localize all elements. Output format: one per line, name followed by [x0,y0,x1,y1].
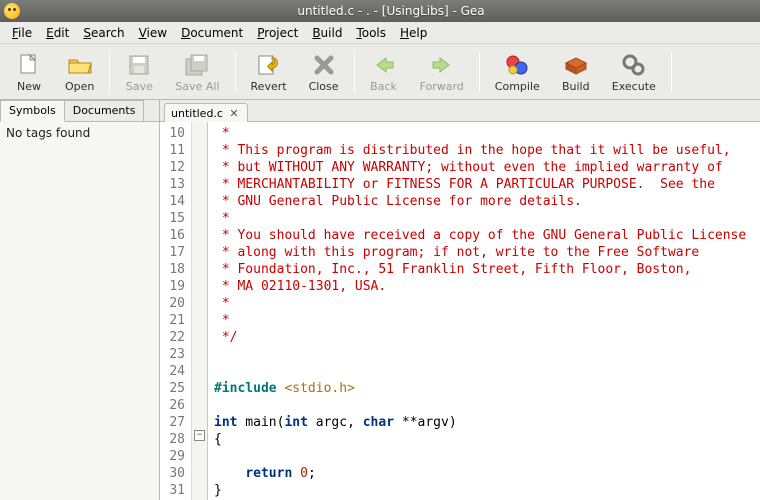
editor-tab-untitled[interactable]: untitled.c ✕ [164,103,248,122]
menubar: File Edit Search View Document Project B… [0,22,760,44]
save-icon [125,52,153,78]
compile-button[interactable]: Compile [484,46,551,99]
editor: untitled.c ✕ 10 11 12 13 14 15 16 17 18 … [160,100,760,500]
code-content[interactable]: * * This program is distributed in the h… [208,122,760,500]
compile-label: Compile [495,80,540,93]
back-button[interactable]: Back [359,46,409,99]
sidebar-tabs: Symbols Documents [0,100,159,122]
build-brick-icon [562,52,590,78]
revert-icon [255,52,283,78]
menu-document[interactable]: Document [175,24,249,42]
revert-button[interactable]: Revert [240,46,298,99]
save-all-label: Save All [175,80,219,93]
toolbar-separator [235,52,236,93]
save-all-button[interactable]: Save All [164,46,230,99]
titlebar: untitled.c - . - [UsingLibs] - Gea [0,0,760,22]
close-icon [310,52,338,78]
menu-view[interactable]: View [133,24,173,42]
toolbar-separator [479,52,480,93]
toolbar: New Open Save Save All Revert Close Back… [0,44,760,100]
close-button[interactable]: Close [298,46,350,99]
fold-margin: − [192,122,208,500]
forward-label: Forward [420,80,464,93]
execute-gears-icon [620,52,648,78]
fold-toggle-icon[interactable]: − [194,430,205,441]
back-label: Back [370,80,397,93]
new-file-icon [15,52,43,78]
close-label: Close [309,80,339,93]
execute-label: Execute [612,80,656,93]
build-label: Build [562,80,590,93]
save-label: Save [126,80,153,93]
revert-label: Revert [251,80,287,93]
menu-search[interactable]: Search [77,24,130,42]
menu-help[interactable]: Help [394,24,433,42]
open-label: Open [65,80,94,93]
tab-close-icon[interactable]: ✕ [227,106,241,120]
sidebar-body: No tags found [0,122,159,500]
open-button[interactable]: Open [54,46,105,99]
toolbar-separator [109,52,110,93]
menu-build[interactable]: Build [306,24,348,42]
open-folder-icon [66,52,94,78]
menu-edit[interactable]: Edit [40,24,75,42]
sidebar-tab-symbols[interactable]: Symbols [0,100,65,122]
toolbar-separator [354,52,355,93]
build-button[interactable]: Build [551,46,601,99]
save-button[interactable]: Save [114,46,164,99]
new-button[interactable]: New [4,46,54,99]
window-title: untitled.c - . - [UsingLibs] - Gea [26,4,756,18]
editor-tabs: untitled.c ✕ [160,100,760,122]
menu-project[interactable]: Project [251,24,304,42]
forward-arrow-icon [428,52,456,78]
editor-tab-label: untitled.c [171,107,223,120]
window-icon [4,3,20,19]
sidebar-message: No tags found [6,126,90,140]
workarea: Symbols Documents No tags found untitled… [0,100,760,500]
menu-tools[interactable]: Tools [350,24,392,42]
toolbar-separator [671,52,672,93]
menu-file[interactable]: File [6,24,38,42]
line-number-gutter: 10 11 12 13 14 15 16 17 18 19 20 21 22 2… [160,122,192,500]
execute-button[interactable]: Execute [601,46,667,99]
compile-icon [503,52,531,78]
sidebar: Symbols Documents No tags found [0,100,160,500]
forward-button[interactable]: Forward [409,46,475,99]
new-label: New [17,80,41,93]
sidebar-tab-documents[interactable]: Documents [64,100,145,121]
back-arrow-icon [370,52,398,78]
save-all-icon [183,52,211,78]
code-area[interactable]: 10 11 12 13 14 15 16 17 18 19 20 21 22 2… [160,122,760,500]
